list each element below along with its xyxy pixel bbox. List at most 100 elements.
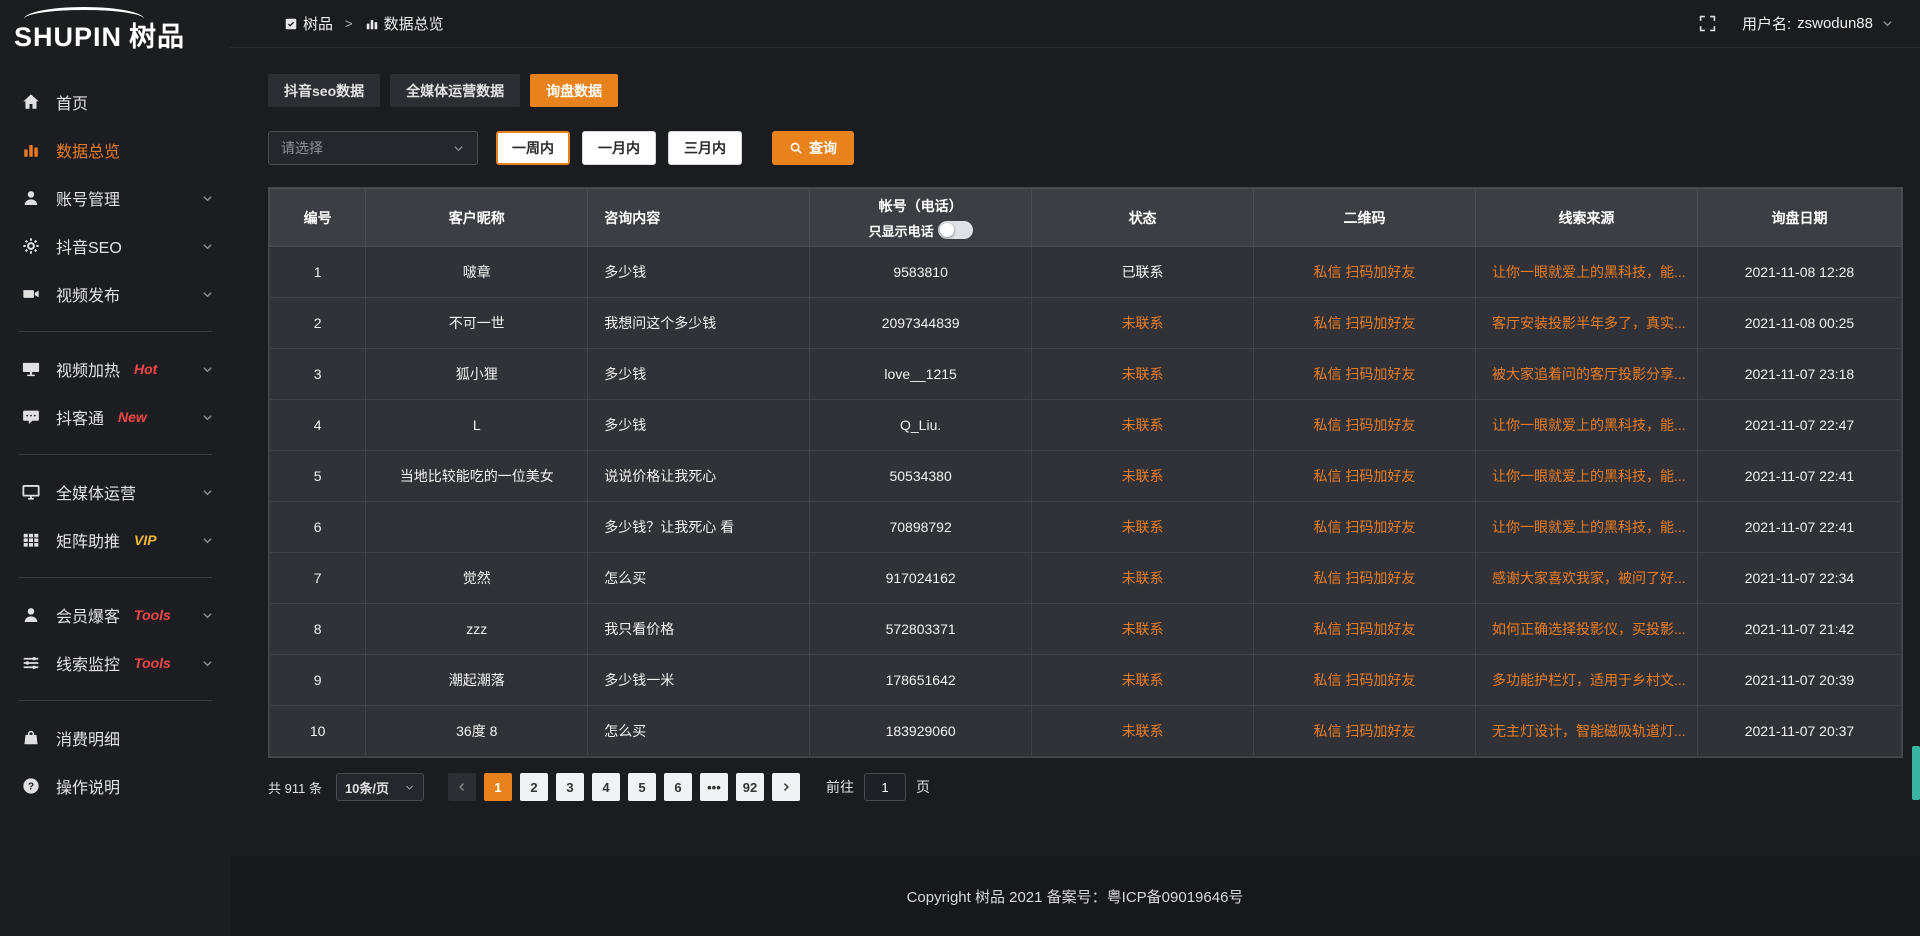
- cell-qr[interactable]: 私信 扫码加好友: [1254, 604, 1476, 655]
- cell-content: 怎么买: [588, 553, 810, 604]
- member-icon: [22, 606, 42, 624]
- cell-status: 未联系: [1032, 553, 1254, 604]
- cell-source[interactable]: 客厅安装投影半年多了，真实...: [1475, 298, 1697, 349]
- table-row: 5当地比较能吃的一位美女说说价格让我死心50534380未联系私信 扫码加好友让…: [270, 451, 1902, 502]
- cell-date: 2021-11-07 20:37: [1697, 706, 1901, 757]
- tab-2[interactable]: 询盘数据: [530, 74, 618, 107]
- filter-select-placeholder: 请选择: [281, 138, 323, 158]
- page-button-2[interactable]: 2: [520, 773, 548, 801]
- page-button-4[interactable]: 4: [592, 773, 620, 801]
- prev-page-button[interactable]: [448, 773, 476, 801]
- sidebar-item-badge: Tools: [134, 655, 171, 671]
- sidebar-item-1[interactable]: 数据总览: [0, 126, 230, 174]
- cell-source[interactable]: 多功能护栏灯，适用于乡村文...: [1475, 655, 1697, 706]
- logo-en-text: SHUPIN: [14, 22, 122, 52]
- cell-content: 多少钱？让我死心 看: [588, 502, 810, 553]
- date-range-buttons: 一周内一月内三月内: [496, 131, 742, 165]
- cell-source[interactable]: 让你一眼就爱上的黑科技，能...: [1475, 502, 1697, 553]
- sidebar-item-16[interactable]: ?操作说明: [0, 762, 230, 810]
- app-logo[interactable]: SHUPIN树品: [0, 8, 230, 60]
- page-button-1[interactable]: 1: [484, 773, 512, 801]
- topbar-right: 用户名: zswodun88: [1699, 13, 1894, 34]
- range-button-2[interactable]: 三月内: [668, 131, 742, 165]
- table-row: 2不可一世我想问这个多少钱2097344839未联系私信 扫码加好友客厅安装投影…: [270, 298, 1902, 349]
- sidebar-item-6[interactable]: 视频加热Hot: [0, 345, 230, 393]
- cell-qr[interactable]: 私信 扫码加好友: [1254, 298, 1476, 349]
- sidebar-item-15[interactable]: 消费明细: [0, 714, 230, 762]
- cell-source[interactable]: 如何正确选择投影仪，买投影...: [1475, 604, 1697, 655]
- app-root: SHUPIN树品 首页数据总览账号管理抖音SEO视频发布视频加热Hot抖客通Ne…: [0, 0, 1920, 936]
- page-button-6[interactable]: 6: [664, 773, 692, 801]
- cell-source[interactable]: 让你一眼就爱上的黑科技，能...: [1475, 451, 1697, 502]
- sidebar-item-3[interactable]: 抖音SEO: [0, 222, 230, 270]
- sidebar-item-10[interactable]: 矩阵助推VIP: [0, 516, 230, 564]
- goto-page-input[interactable]: [864, 773, 906, 801]
- cell-status: 未联系: [1032, 298, 1254, 349]
- cell-source[interactable]: 感谢大家喜欢我家，被问了好...: [1475, 553, 1697, 604]
- phone-toggle-row: 只显示电话: [810, 221, 1031, 240]
- query-button[interactable]: 查询: [772, 131, 854, 165]
- sidebar-item-0[interactable]: 首页: [0, 78, 230, 126]
- chevron-down-icon: [201, 534, 214, 547]
- page-button-92[interactable]: 92: [736, 773, 764, 801]
- sidebar-item-2[interactable]: 账号管理: [0, 174, 230, 222]
- chevron-down-icon: [201, 609, 214, 622]
- cell-date: 2021-11-07 23:18: [1697, 349, 1901, 400]
- breadcrumb-item-overview[interactable]: 数据总览: [365, 13, 444, 34]
- scrollbar-thumb[interactable]: [1912, 746, 1920, 800]
- cell-qr[interactable]: 私信 扫码加好友: [1254, 247, 1476, 298]
- goto-label: 前往: [826, 777, 854, 797]
- range-button-1[interactable]: 一月内: [582, 131, 656, 165]
- sidebar-item-4[interactable]: 视频发布: [0, 270, 230, 318]
- cell-num: 9: [270, 655, 366, 706]
- sidebar-item-label: 全媒体运营: [56, 480, 136, 504]
- range-button-0[interactable]: 一周内: [496, 131, 570, 165]
- column-header-5: 二维码: [1254, 189, 1476, 247]
- copyright-text: Copyright 树品 2021 备案号：粤ICP备09019646号: [907, 886, 1244, 907]
- cell-status: 未联系: [1032, 349, 1254, 400]
- sliders-icon: [22, 654, 42, 672]
- tab-1[interactable]: 全媒体运营数据: [390, 74, 520, 107]
- cell-date: 2021-11-07 22:41: [1697, 502, 1901, 553]
- cell-source[interactable]: 让你一眼就爱上的黑科技，能...: [1475, 247, 1697, 298]
- sidebar-item-9[interactable]: 全媒体运营: [0, 468, 230, 516]
- cell-content: 多少钱: [588, 247, 810, 298]
- cell-content: 说说价格让我死心: [588, 451, 810, 502]
- cell-source[interactable]: 无主灯设计，智能磁吸轨道灯...: [1475, 706, 1697, 757]
- page-size-select[interactable]: 10条/页: [336, 773, 424, 801]
- cell-qr[interactable]: 私信 扫码加好友: [1254, 400, 1476, 451]
- cell-source[interactable]: 被大家追着问的客厅投影分享...: [1475, 349, 1697, 400]
- breadcrumb-item-app[interactable]: 树品: [284, 13, 333, 34]
- fullscreen-icon[interactable]: [1699, 15, 1716, 32]
- cell-source[interactable]: 让你一眼就爱上的黑科技，能...: [1475, 400, 1697, 451]
- chevron-down-icon: [201, 363, 214, 376]
- logo-cn-text: 树品: [129, 22, 185, 52]
- cell-qr[interactable]: 私信 扫码加好友: [1254, 451, 1476, 502]
- page-button-5[interactable]: 5: [628, 773, 656, 801]
- page-button-3[interactable]: 3: [556, 773, 584, 801]
- user-menu[interactable]: 用户名: zswodun88: [1742, 13, 1894, 34]
- sidebar-item-12[interactable]: 会员爆客Tools: [0, 591, 230, 639]
- cell-qr[interactable]: 私信 扫码加好友: [1254, 655, 1476, 706]
- chevron-down-icon: [404, 782, 415, 793]
- filter-select[interactable]: 请选择: [268, 131, 478, 165]
- footer: Copyright 树品 2021 备案号：粤ICP备09019646号: [230, 856, 1920, 936]
- sidebar-item-13[interactable]: 线索监控Tools: [0, 639, 230, 687]
- chart-mini-icon: [365, 17, 379, 31]
- tab-0[interactable]: 抖音seo数据: [268, 74, 380, 107]
- cell-content: 怎么买: [588, 706, 810, 757]
- cell-qr[interactable]: 私信 扫码加好友: [1254, 349, 1476, 400]
- pagination: 共 911 条 10条/页 123456•••92 前往 页: [268, 773, 1903, 801]
- scrollbar[interactable]: [1912, 0, 1920, 936]
- next-page-button[interactable]: [772, 773, 800, 801]
- cell-qr[interactable]: 私信 扫码加好友: [1254, 706, 1476, 757]
- phone-toggle-switch[interactable]: [938, 221, 973, 239]
- cell-qr[interactable]: 私信 扫码加好友: [1254, 553, 1476, 604]
- sidebar-item-7[interactable]: 抖客通New: [0, 393, 230, 441]
- page-ellipsis[interactable]: •••: [700, 773, 728, 801]
- chevron-down-icon: [201, 657, 214, 670]
- table-body: 1啵章多少钱9583810已联系私信 扫码加好友让你一眼就爱上的黑科技，能...…: [270, 247, 1902, 757]
- sidebar-item-badge: Hot: [134, 361, 157, 377]
- cell-nickname: zzz: [366, 604, 588, 655]
- cell-qr[interactable]: 私信 扫码加好友: [1254, 502, 1476, 553]
